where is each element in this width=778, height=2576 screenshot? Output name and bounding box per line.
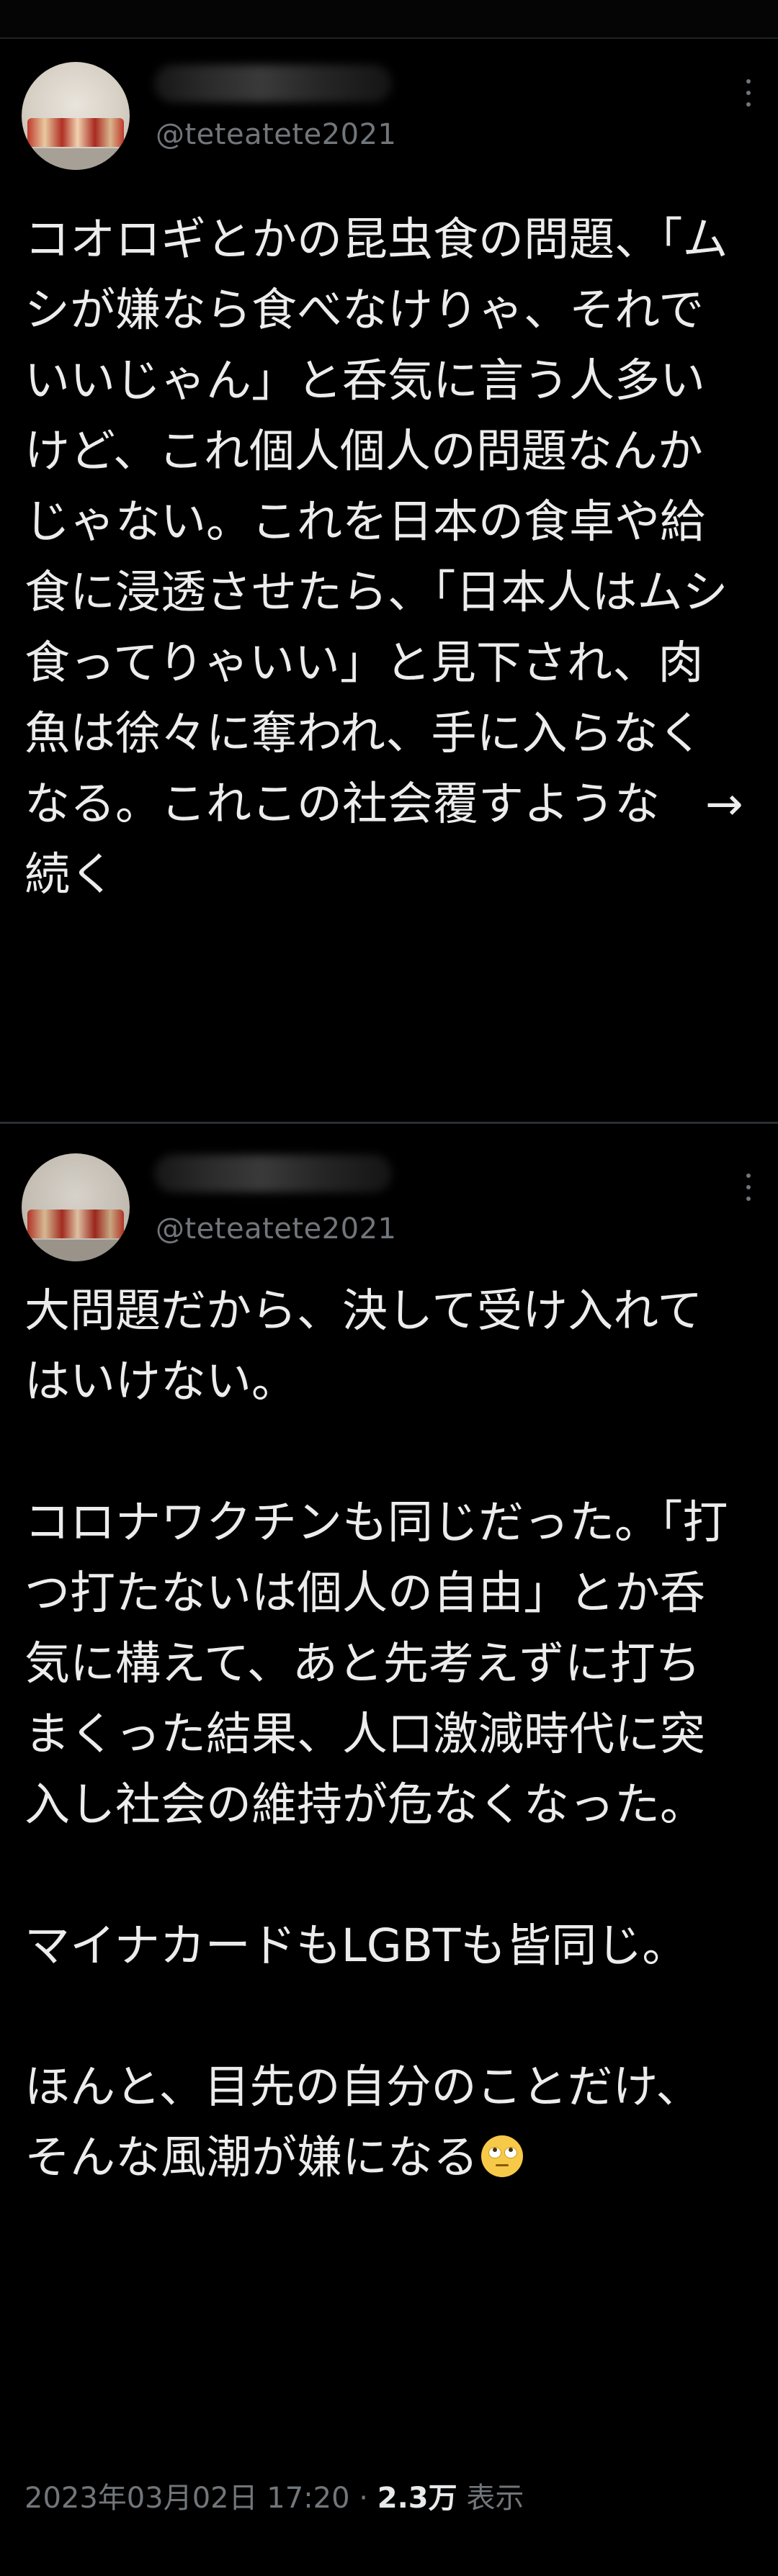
- more-options-icon[interactable]: [745, 79, 752, 108]
- more-options-icon[interactable]: [745, 1174, 752, 1202]
- emoji-eye-right: [504, 2147, 517, 2158]
- user-handle[interactable]: @teteatete2021: [156, 1212, 396, 1246]
- meta-separator: ·: [349, 2482, 377, 2515]
- more-dot: [746, 79, 751, 84]
- emoji-mouth: [496, 2164, 509, 2166]
- display-name-redacted: [154, 1155, 392, 1192]
- avatar[interactable]: [22, 62, 130, 170]
- tweet-text-body: 大問題だから、決して受け入れてはいけない。 コロナワクチンも同じだった。「打つ打…: [24, 1284, 728, 2184]
- more-dot: [746, 102, 751, 107]
- tweet-text: 大問題だから、決して受け入れてはいけない。 コロナワクチンも同じだった。「打つ打…: [24, 1276, 745, 2193]
- avatar-image-base: [22, 1240, 130, 1261]
- views-count[interactable]: 2.3万: [377, 2482, 457, 2515]
- tweet-2[interactable]: @teteatete2021 大問題だから、決して受け入れてはいけない。 コロナ…: [0, 1125, 778, 2576]
- avatar-image-band: [27, 118, 124, 147]
- tweet-text: コオロギとかの昆虫食の問題、「ムシが嫌なら食べなけりゃ、それでいいじゃん」と呑気…: [24, 213, 743, 901]
- views-label: 表示: [457, 2482, 524, 2515]
- emoji-eye-left: [488, 2147, 501, 2158]
- more-dot: [746, 91, 751, 95]
- avatar-image-base: [22, 148, 130, 170]
- tweet-timestamp[interactable]: 2023年03月02日 17:20: [24, 2482, 350, 2515]
- more-dot: [746, 1174, 751, 1178]
- avatar-image-band: [27, 1210, 124, 1238]
- more-dot: [746, 1197, 751, 1201]
- display-name-redacted: [154, 65, 392, 102]
- face-with-rolling-eyes-icon: [481, 2135, 523, 2177]
- tweet-divider: [0, 1122, 778, 1124]
- avatar[interactable]: [22, 1153, 130, 1261]
- top-app-bar: [0, 0, 778, 39]
- cutoff-action-row: [24, 2554, 529, 2576]
- tweet-1[interactable]: @teteatete2021 コオロギとかの昆虫食の問題、「ムシが嫌なら食べなけ…: [0, 39, 778, 1123]
- tweet-meta: 2023年03月02日 17:20 · 2.3万 表示: [24, 2474, 524, 2516]
- more-dot: [746, 1185, 751, 1189]
- user-handle[interactable]: @teteatete2021: [156, 118, 396, 151]
